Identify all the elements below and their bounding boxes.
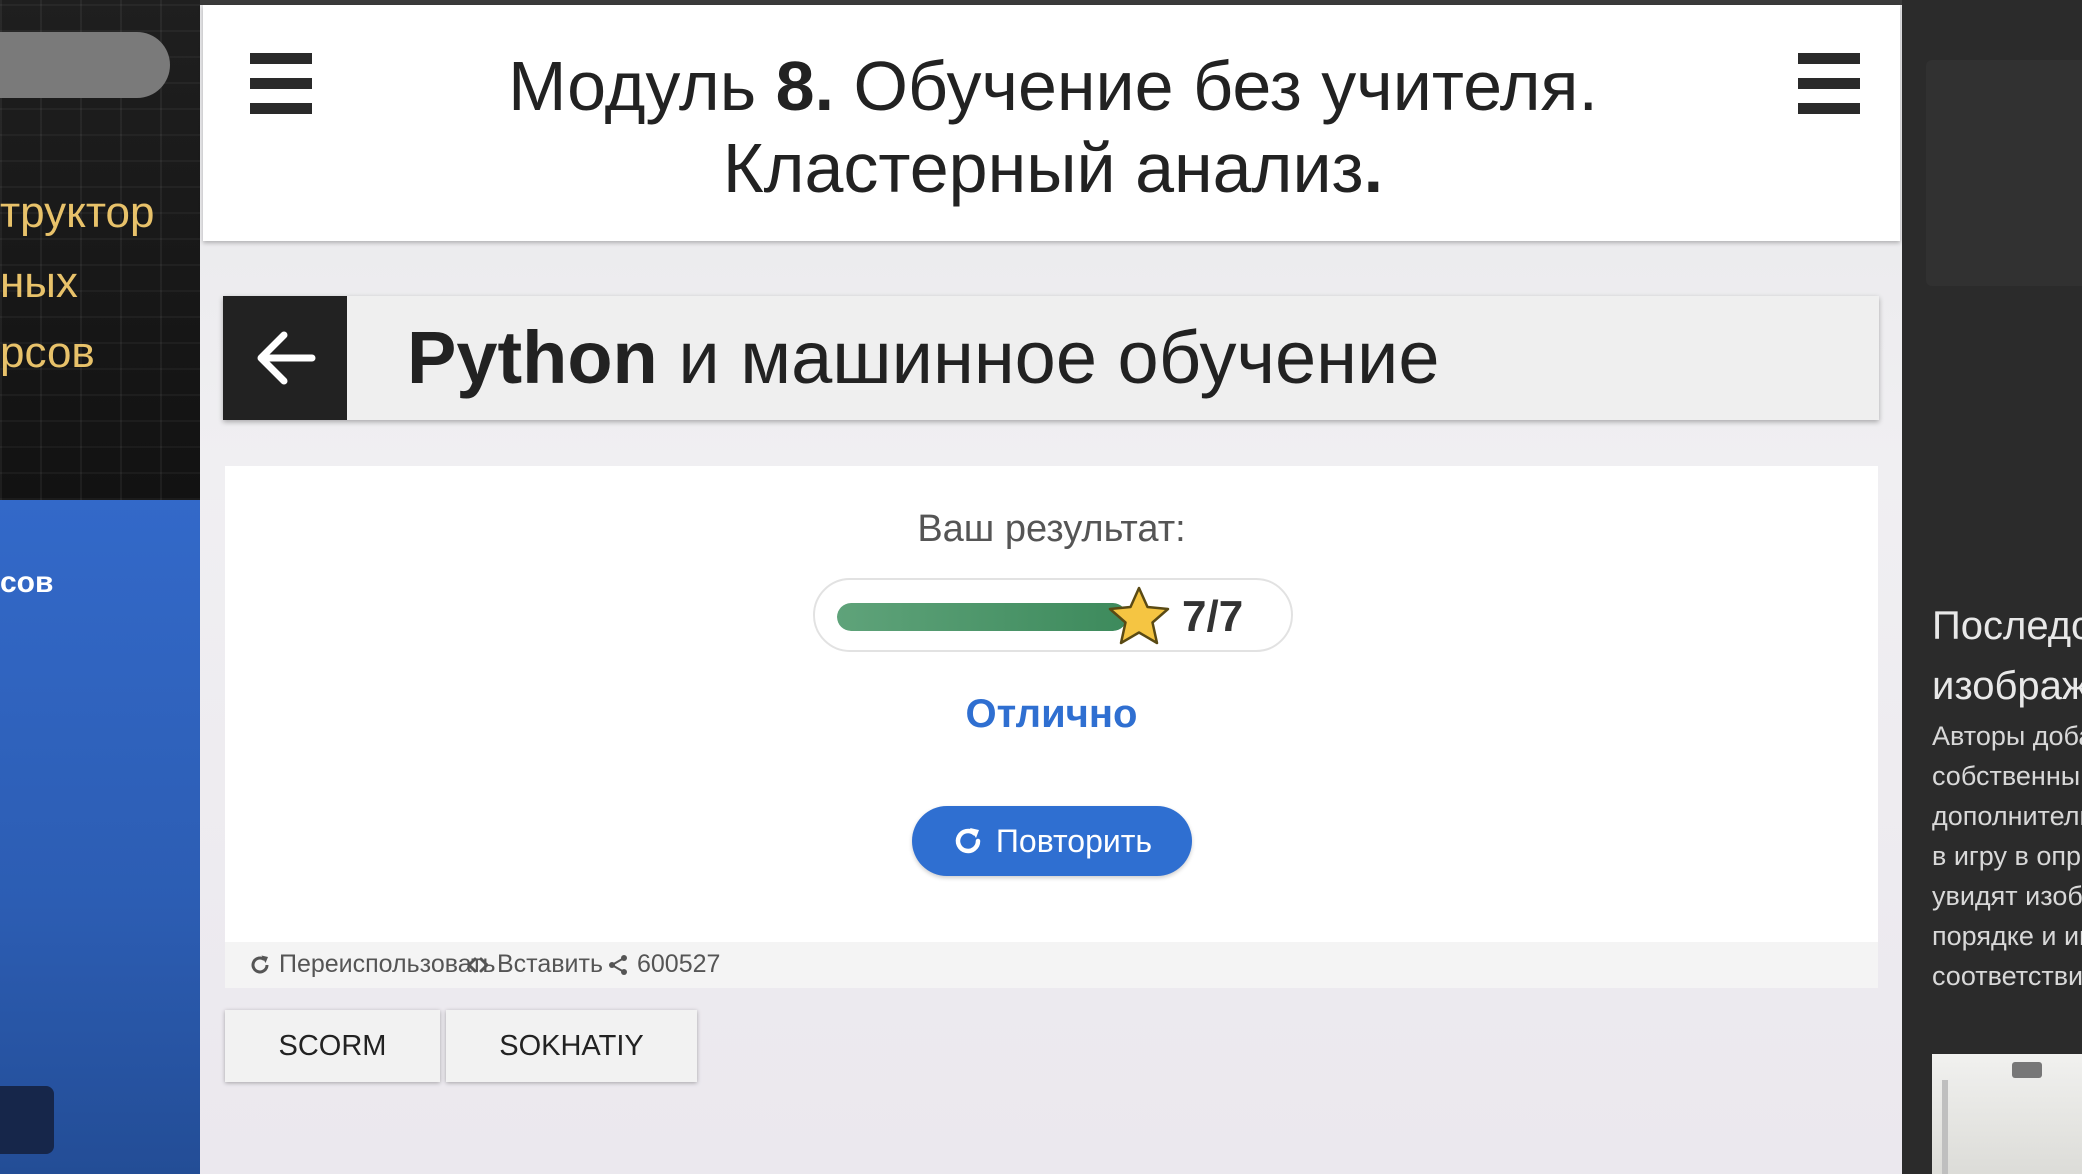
sidebar-hero-line-1: труктор: [0, 188, 155, 237]
course-bar: Python и машинное обучение: [223, 296, 1879, 420]
right-ad-box: [1926, 60, 2082, 286]
menu-right-hamburger-icon[interactable]: [1798, 53, 1860, 115]
right-heading: Последо изображ: [1932, 596, 2082, 716]
right-text-line-5: увидят изобр: [1932, 881, 2082, 911]
right-heading-line-2: изображ: [1932, 664, 2082, 708]
right-text-line-3: дополнитель: [1932, 801, 2082, 831]
share-icon: [609, 954, 627, 975]
sidebar-hero-image: труктор ных рсов: [0, 0, 200, 500]
score-progress: 7/7: [813, 578, 1293, 652]
grade-label: Отлично: [965, 692, 1138, 736]
result-card: Ваш результат: 7/7 Отлично Повторить Пер…: [225, 466, 1878, 988]
module-title-number: 8.: [775, 47, 835, 125]
course-title-rest: и машинное обучение: [657, 316, 1440, 399]
right-text-line-7: соответстви: [1932, 961, 2082, 991]
sidebar-blue-panel: [0, 500, 200, 1174]
reuse-label: Переиспользовать: [279, 950, 496, 978]
module-title-line2-end: .: [1363, 129, 1384, 207]
module-title-prefix: Модуль: [508, 47, 776, 125]
progress-fill: [837, 603, 1127, 631]
sidebar-dark-button[interactable]: [0, 1086, 54, 1154]
share-count: 600527: [637, 950, 721, 978]
module-header: Модуль 8. Обучение без учителя. Кластерн…: [203, 5, 1900, 241]
refresh-icon: [251, 955, 269, 973]
sidebar-hero-line-3: рсов: [0, 328, 95, 377]
course-title: Python и машинное обучение: [407, 318, 1440, 398]
star-icon: [1108, 586, 1170, 645]
right-text-line-4: в игру в опре: [1932, 841, 2082, 871]
sidebar-hero-line-2: ных: [0, 258, 78, 307]
right-thumbnail-image[interactable]: [1932, 1054, 2082, 1174]
module-title-line2: Кластерный анализ: [722, 129, 1364, 207]
embed-link[interactable]: Вставить: [467, 950, 603, 979]
arrow-left-icon: [257, 331, 316, 385]
module-title-rest: Обучение без учителя.: [834, 47, 1598, 125]
right-panel: Последо изображ Авторы доба собственны д…: [1902, 0, 2082, 1174]
left-sidebar: труктор ных рсов сов: [0, 0, 200, 1174]
back-button[interactable]: [223, 296, 347, 420]
score-value: 7/7: [1182, 592, 1244, 641]
menu-left-hamburger-icon[interactable]: [250, 53, 312, 115]
right-text-line-6: порядке и им: [1932, 921, 2082, 951]
activity-footer: Переиспользовать Вставить 600527: [225, 942, 1878, 988]
module-title: Модуль 8. Обучение без учителя. Кластерн…: [353, 45, 1753, 209]
right-heading-line-1: Последо: [1932, 604, 2082, 648]
tag-sokhatiy[interactable]: SOKHATIY: [446, 1010, 697, 1082]
embed-label: Вставить: [497, 950, 603, 978]
progress-track: [837, 603, 1127, 631]
sidebar-search-pill[interactable]: [0, 32, 170, 98]
share-link[interactable]: 600527: [607, 950, 720, 979]
code-icon: [467, 957, 489, 972]
retry-label: Повторить: [995, 822, 1153, 859]
main-content: Модуль 8. Обучение без учителя. Кластерн…: [200, 0, 1902, 1174]
tag-scorm[interactable]: SCORM: [225, 1010, 440, 1082]
result-label: Ваш результат:: [917, 508, 1186, 550]
retry-button[interactable]: Повторить: [912, 806, 1192, 876]
right-description: Авторы доба собственны дополнитель в игр…: [1932, 716, 2082, 996]
course-title-bold: Python: [407, 316, 658, 399]
refresh-icon: [955, 828, 981, 854]
right-text-line-2: собственны: [1932, 761, 2081, 791]
right-text-line-1: Авторы доба: [1932, 721, 2082, 751]
reuse-link[interactable]: Переиспользовать: [249, 950, 496, 979]
sidebar-link[interactable]: сов: [0, 566, 53, 600]
